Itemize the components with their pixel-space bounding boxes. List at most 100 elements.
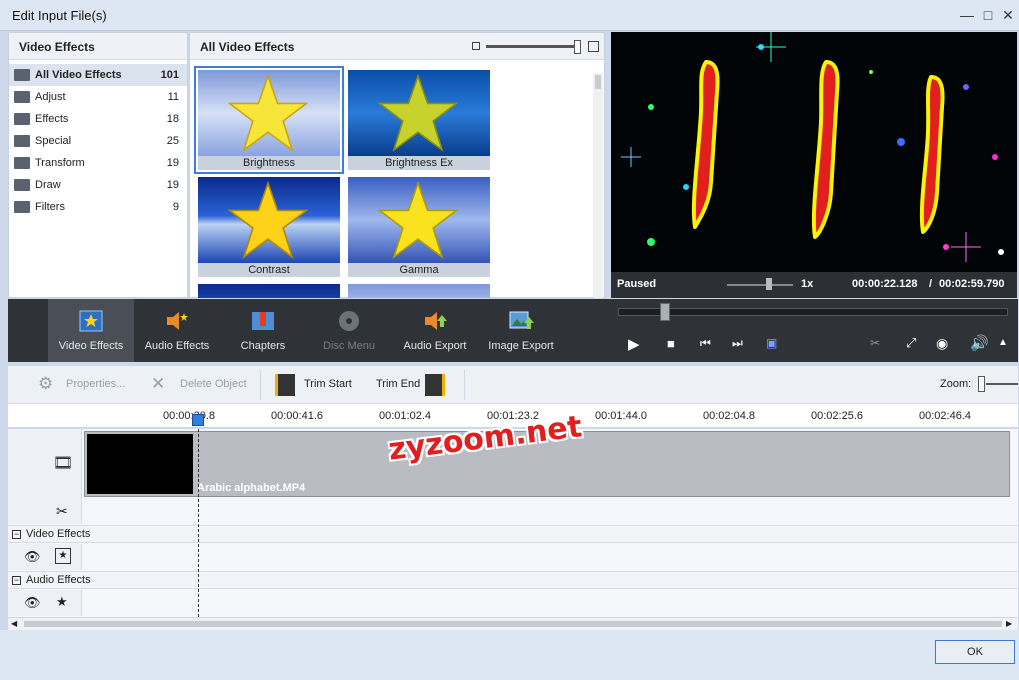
category-transform[interactable]: Transform 19: [9, 152, 187, 174]
video-effects-section[interactable]: − Video Effects: [8, 525, 1018, 543]
properties-button[interactable]: Properties...: [66, 378, 125, 390]
toolbar-label: Audio Effects: [144, 340, 210, 352]
scrollbar-thumb[interactable]: [24, 621, 1002, 627]
previous-frame-icon[interactable]: ⏮: [700, 336, 711, 351]
effects-grid: Brightness Brightness Ex Contrast Gamma: [190, 61, 590, 298]
chevron-up-icon[interactable]: ▲: [998, 337, 1008, 348]
category-count: 9: [172, 201, 179, 213]
play-icon[interactable]: ▶: [628, 335, 640, 353]
audio-export-button[interactable]: Audio Export: [392, 299, 478, 362]
stop-icon[interactable]: ■: [667, 336, 675, 351]
ok-button[interactable]: OK: [935, 640, 1015, 664]
fullscreen-icon[interactable]: ⤢: [906, 335, 916, 351]
category-filters[interactable]: Filters 9: [9, 196, 187, 218]
effect-tile-gamma[interactable]: Gamma: [348, 177, 490, 277]
effect-tile-partial[interactable]: [198, 284, 340, 298]
minimize-icon[interactable]: —: [958, 6, 976, 24]
trim-end-icon: [425, 374, 445, 396]
disc-icon: [339, 311, 359, 331]
effect-thumbnail: [348, 70, 490, 156]
toolbar-label: Audio Export: [403, 340, 467, 352]
scroll-right-icon[interactable]: ▶: [1006, 619, 1012, 628]
vertical-scrollbar[interactable]: [593, 73, 603, 298]
effect-tile-partial[interactable]: [348, 284, 490, 298]
ruler-tick: 00:00:41.6: [271, 410, 323, 422]
maximize-icon[interactable]: □: [979, 6, 997, 24]
horizontal-scrollbar[interactable]: ◀ ▶: [8, 618, 1018, 630]
close-icon[interactable]: ✕: [999, 6, 1017, 24]
toolbar-label: Disc Menu: [323, 340, 375, 352]
disc-menu-button[interactable]: Disc Menu: [306, 299, 392, 362]
category-label: Filters: [35, 201, 65, 213]
clip-name: Arabic alphabet.MP4: [197, 482, 306, 494]
ruler-tick: 00:02:04.8: [703, 410, 755, 422]
zoom-slider-handle[interactable]: [978, 376, 985, 392]
video-track-header: 🎞: [8, 429, 82, 499]
trim-start-button[interactable]: Trim Start: [304, 378, 352, 390]
scroll-left-icon[interactable]: ◀: [11, 619, 17, 628]
eye-icon[interactable]: 👁: [24, 549, 41, 565]
video-effects-button[interactable]: Video Effects: [48, 299, 134, 362]
audio-effects-section[interactable]: − Audio Effects: [8, 571, 1018, 589]
effect-tile-contrast[interactable]: Contrast: [198, 177, 340, 277]
dialog-footer: OK: [0, 630, 1019, 680]
ruler-tick: 00:02:25.6: [811, 410, 863, 422]
effect-tile-brightness[interactable]: Brightness: [194, 66, 344, 174]
seek-handle[interactable]: [660, 303, 670, 321]
large-size-icon[interactable]: [588, 41, 599, 52]
preview-frame: [611, 32, 1017, 272]
category-special[interactable]: Special 25: [9, 130, 187, 152]
cut-icon[interactable]: ✂: [870, 336, 880, 350]
total-time: 00:02:59.790: [939, 278, 1005, 290]
playhead-line: [198, 429, 199, 617]
gear-icon: ⚙: [38, 374, 54, 393]
trim-end-button[interactable]: Trim End: [376, 378, 420, 390]
effect-tile-brightness-ex[interactable]: Brightness Ex: [348, 70, 490, 170]
category-label: Draw: [35, 179, 61, 191]
edit-toolbar: ⚙ Properties... ✕ Delete Object Trim Sta…: [8, 366, 1018, 404]
eye-icon[interactable]: 👁: [24, 595, 41, 611]
preview-status-bar: Paused 1x 00:00:22.128 / 00:02:59.790: [611, 272, 1017, 298]
effects-pane: All Video Effects Brightness Brightness …: [189, 32, 605, 298]
collapse-icon[interactable]: −: [12, 576, 21, 585]
small-size-icon[interactable]: [472, 42, 480, 50]
category-draw[interactable]: Draw 19: [9, 174, 187, 196]
clip-thumbnail: [87, 434, 193, 494]
video-effects-icon: [79, 310, 103, 332]
image-export-button[interactable]: Image Export: [478, 299, 564, 362]
slideshow-icon[interactable]: ▣: [766, 336, 777, 350]
chapters-icon: [252, 312, 274, 330]
speed-slider-handle[interactable]: [766, 278, 772, 290]
scrollbar-thumb[interactable]: [595, 75, 601, 89]
category-adjust[interactable]: Adjust 11: [9, 86, 187, 108]
next-frame-icon[interactable]: ⏭: [732, 336, 743, 351]
audio-export-icon: [425, 312, 447, 330]
speed-slider[interactable]: [727, 284, 793, 286]
star-icon: [228, 181, 308, 259]
divider: [260, 370, 261, 400]
seek-bar[interactable]: [618, 308, 1008, 316]
folder-icon: [14, 91, 30, 103]
delete-object-button[interactable]: Delete Object: [180, 378, 247, 390]
main-toolbar: Video Effects Audio Effects Chapters Dis…: [8, 299, 1018, 362]
ruler-tick: 00:00:20.8: [163, 410, 215, 422]
playback-status: Paused: [617, 278, 657, 290]
zoom-slider[interactable]: [986, 383, 1018, 385]
snapshot-icon[interactable]: ◉: [936, 335, 948, 352]
star-icon: [378, 74, 458, 152]
ruler-tick: 00:01:02.4: [379, 410, 431, 422]
effects-header: All Video Effects: [190, 33, 604, 60]
thumb-size-slider[interactable]: [486, 45, 576, 48]
film-icon: 🎞: [53, 455, 74, 472]
category-all[interactable]: All Video Effects 101: [9, 64, 187, 86]
category-effects[interactable]: Effects 18: [9, 108, 187, 130]
thumb-size-handle[interactable]: [574, 40, 581, 54]
chapters-button[interactable]: Chapters: [220, 299, 306, 362]
playhead-marker[interactable]: [192, 414, 204, 426]
time-separator: /: [929, 278, 933, 290]
toolbar-label: Video Effects: [58, 340, 124, 352]
volume-icon[interactable]: 🔊: [970, 334, 989, 352]
collapse-icon[interactable]: −: [12, 530, 21, 539]
audio-effects-button[interactable]: Audio Effects: [134, 299, 220, 362]
effect-label: Gamma: [348, 263, 490, 277]
